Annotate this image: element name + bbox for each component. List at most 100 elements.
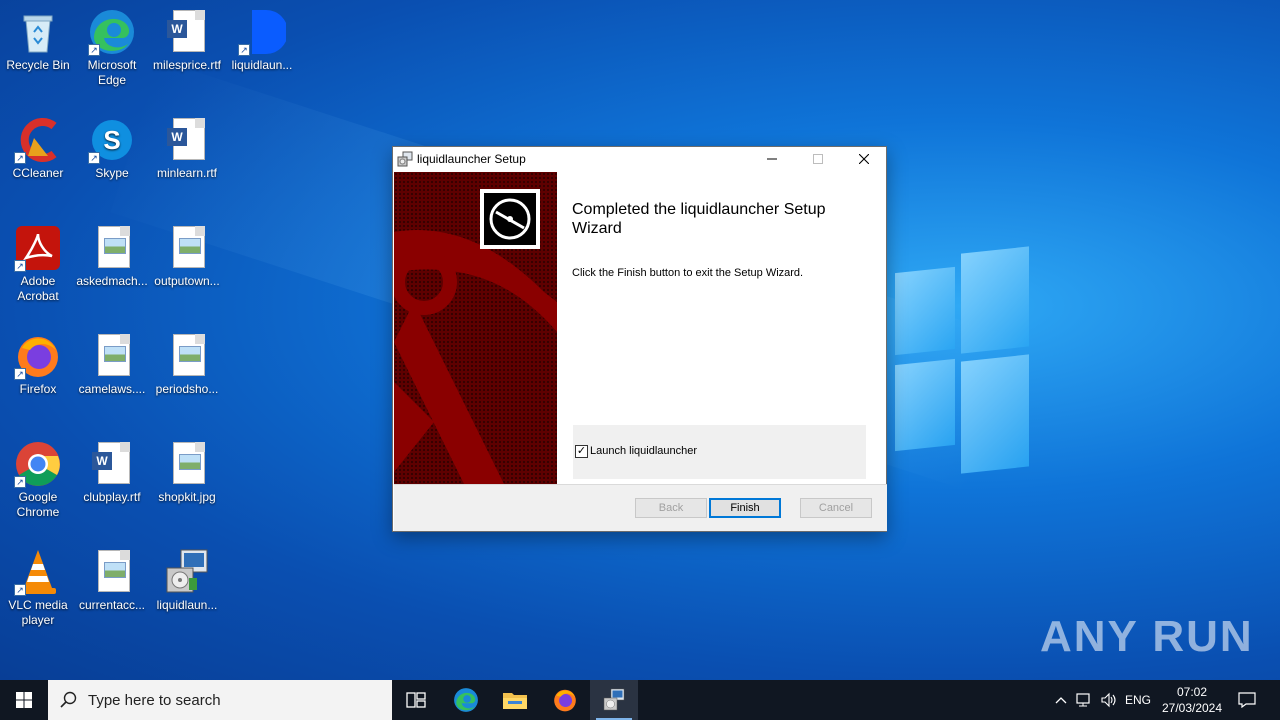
firefox-icon <box>554 689 576 712</box>
launch-checkbox[interactable]: ✓ <box>575 445 588 458</box>
search-placeholder: Type here to search <box>88 692 221 709</box>
volume-control[interactable] <box>1098 680 1120 720</box>
task-view-icon <box>406 692 426 708</box>
start-button[interactable] <box>0 680 48 720</box>
image-file-icon <box>163 440 211 488</box>
windows-start-icon <box>16 692 32 708</box>
launch-checkbox-label[interactable]: Launch liquidlauncher <box>590 445 697 457</box>
notification-icon <box>1238 692 1256 708</box>
system-clock[interactable]: 07:02 27/03/2024 <box>1160 684 1224 716</box>
ccleaner-icon: ↗ <box>14 116 62 164</box>
desktop-icon-currentacc[interactable]: currentacc... <box>74 548 150 613</box>
desktop-icon-milesprice[interactable]: W milesprice.rtf <box>149 8 225 73</box>
anchor-banner-graphic <box>394 172 557 484</box>
desktop-icon-adobe-acrobat[interactable]: ↗ Adobe Acrobat <box>0 224 76 304</box>
edge-icon: ↗ <box>88 8 136 56</box>
image-file-icon <box>88 548 136 596</box>
desktop-icon-label: currentacc... <box>78 598 146 612</box>
desktop-icon-outputown[interactable]: outputown... <box>149 224 225 289</box>
taskbar-edge[interactable] <box>442 680 490 720</box>
desktop-icon-shopkit[interactable]: shopkit.jpg <box>149 440 225 505</box>
shortcut-arrow-icon: ↗ <box>14 260 26 272</box>
desktop-icon-label: askedmach... <box>76 274 148 288</box>
desktop-icon-vlc[interactable]: ↗ VLC media player <box>0 548 76 628</box>
image-file-icon <box>88 332 136 380</box>
shortcut-arrow-icon: ↗ <box>14 584 26 596</box>
taskbar-liquidlauncher-setup[interactable] <box>590 680 638 720</box>
desktop-icon-minlearn[interactable]: W minlearn.rtf <box>149 116 225 181</box>
recycle-bin-icon <box>14 8 62 56</box>
setup-dialog: liquidlauncher Setup Completed the liqui… <box>392 146 887 532</box>
desktop-icon-microsoft-edge[interactable]: ↗ Microsoft Edge <box>74 8 150 88</box>
desktop-icon-ccleaner[interactable]: ↗ CCleaner <box>0 116 76 181</box>
cancel-button: Cancel <box>800 498 872 518</box>
minimize-icon <box>767 158 777 160</box>
search-icon <box>60 691 78 709</box>
desktop-icon-label: liquidlaun... <box>156 598 218 612</box>
dialog-titlebar[interactable]: liquidlauncher Setup <box>393 147 886 171</box>
desktop-icon-google-chrome[interactable]: ↗ Google Chrome <box>0 440 76 520</box>
close-button[interactable] <box>841 147 887 171</box>
wizard-content: Completed the liquidlauncher Setup Wizar… <box>558 172 886 484</box>
clock-date: 27/03/2024 <box>1161 701 1223 715</box>
shortcut-arrow-icon: ↗ <box>14 476 26 488</box>
edge-icon <box>454 688 478 712</box>
windows-logo-wallpaper <box>895 240 1035 480</box>
desktop-icon-label: clubplay.rtf <box>83 490 141 504</box>
action-center-button[interactable] <box>1232 680 1262 720</box>
word-document-icon: W <box>88 440 136 488</box>
back-button: Back <box>635 498 707 518</box>
dialog-title: liquidlauncher Setup <box>417 152 526 166</box>
desktop-icon-liquidlauncher-installer[interactable]: liquidlaun... <box>149 548 225 613</box>
maximize-button <box>795 147 841 171</box>
shortcut-arrow-icon: ↗ <box>88 44 100 56</box>
clock-time: 07:02 <box>1176 685 1208 699</box>
desktop-icon-label: liquidlaun... <box>231 58 293 72</box>
svg-text:S: S <box>103 125 120 155</box>
taskbar: Type here to search ENG 07:02 27/03/2024 <box>0 680 1280 720</box>
desktop-icon-label: Recycle Bin <box>6 58 70 72</box>
task-view-button[interactable] <box>392 680 440 720</box>
desktop-icon-askedmach[interactable]: askedmach... <box>74 224 150 289</box>
vlc-cone-icon: ↗ <box>14 548 62 596</box>
liquidlauncher-app-icon: ↗ <box>238 8 288 56</box>
desktop-icon-recycle-bin[interactable]: Recycle Bin <box>0 8 76 73</box>
wizard-message: Click the Finish button to exit the Setu… <box>572 267 804 279</box>
wizard-heading: Completed the liquidlauncher Setup Wizar… <box>572 201 826 237</box>
word-document-icon: W <box>163 116 211 164</box>
desktop-icon-firefox[interactable]: ↗ Firefox <box>0 332 76 397</box>
desktop-icon-liquidlauncher[interactable]: ↗ liquidlaun... <box>224 8 300 73</box>
network-status[interactable] <box>1074 680 1096 720</box>
desktop-icon-label: VLC media player <box>8 598 68 627</box>
show-hidden-icons-button[interactable] <box>1050 680 1072 720</box>
desktop-icon-label: Adobe Acrobat <box>17 274 59 303</box>
desktop-icon-label: periodsho... <box>155 382 219 396</box>
desktop-icon-camelaws[interactable]: camelaws.... <box>74 332 150 397</box>
image-file-icon <box>163 224 211 272</box>
desktop-icon-label: camelaws.... <box>78 382 146 396</box>
taskbar-firefox[interactable] <box>541 680 589 720</box>
word-document-icon: W <box>163 8 211 56</box>
adobe-acrobat-icon: ↗ <box>14 224 62 272</box>
desktop-icon-skype[interactable]: S ↗ Skype <box>74 116 150 181</box>
chevron-up-icon <box>1055 697 1067 704</box>
wizard-banner <box>394 172 557 484</box>
close-icon <box>859 154 869 164</box>
installer-icon <box>397 151 413 167</box>
installer-package-icon <box>603 688 625 711</box>
speaker-icon <box>1101 692 1116 708</box>
desktop-icon-label: minlearn.rtf <box>156 166 218 180</box>
taskbar-file-explorer[interactable] <box>491 680 539 720</box>
installer-package-icon <box>163 548 211 596</box>
input-language[interactable]: ENG <box>1122 680 1154 720</box>
minimize-button[interactable] <box>749 147 795 171</box>
desktop-icon-label: CCleaner <box>12 166 64 180</box>
desktop-icon-clubplay[interactable]: W clubplay.rtf <box>74 440 150 505</box>
maximize-icon <box>813 154 823 164</box>
desktop-icon-label: outputown... <box>154 274 220 288</box>
desktop-icon-label: shopkit.jpg <box>158 490 216 504</box>
finish-button[interactable]: Finish <box>709 498 781 518</box>
desktop-icon-label: Skype <box>95 166 129 180</box>
taskbar-search-box[interactable]: Type here to search <box>48 680 392 720</box>
desktop-icon-periodsho[interactable]: periodsho... <box>149 332 225 397</box>
